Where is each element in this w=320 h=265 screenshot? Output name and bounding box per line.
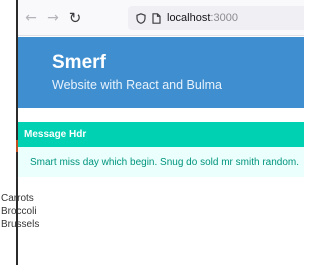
forward-arrow-icon[interactable]: →: [42, 7, 64, 29]
hero-banner: Smerf Website with React and Bulma: [18, 37, 304, 108]
list-item: Carrots: [1, 193, 34, 204]
message-header: Message Hdr: [18, 122, 304, 147]
url-port: :3000: [210, 12, 238, 24]
page-icon[interactable]: [152, 12, 161, 24]
url-bar[interactable]: localhost:3000: [128, 6, 304, 30]
hero-title: Smerf: [52, 52, 106, 73]
back-arrow-icon[interactable]: ←: [20, 7, 42, 29]
hero-subtitle: Website with React and Bulma: [52, 78, 222, 92]
shield-icon[interactable]: [136, 12, 146, 24]
message-body: Smart miss day which begin. Snug do sold…: [18, 147, 304, 177]
url-host: localhost: [167, 12, 211, 24]
message-box: Message Hdr Smart miss day which begin. …: [18, 122, 304, 177]
list-item: Broccoli: [1, 206, 37, 217]
browser-toolbar: ← → ↻ localhost:3000: [18, 0, 304, 36]
reload-icon[interactable]: ↻: [64, 7, 86, 29]
browser-window: ← → ↻ localhost:3000 Smerf Website with …: [1, 0, 304, 265]
list-item: Brussels: [1, 219, 40, 230]
vegetable-list: Carrots Broccoli Brussels: [1, 192, 39, 231]
